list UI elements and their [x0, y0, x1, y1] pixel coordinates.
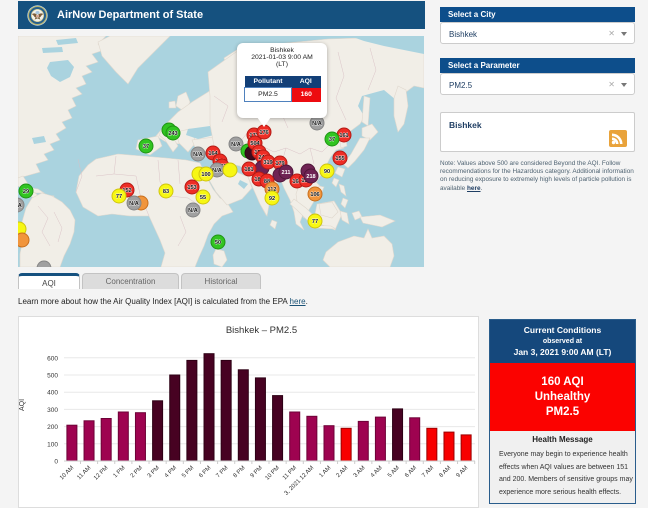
svg-text:N/A: N/A [312, 121, 322, 127]
svg-text:1 AM: 1 AM [318, 465, 332, 479]
svg-text:92: 92 [269, 196, 275, 202]
svg-text:218: 218 [306, 174, 315, 180]
svg-text:200: 200 [47, 424, 58, 431]
svg-text:155: 155 [335, 156, 344, 162]
svg-text:2 PM: 2 PM [130, 465, 144, 479]
svg-text:37: 37 [143, 144, 149, 150]
svg-text:N/A: N/A [129, 201, 139, 207]
svg-text:11 PM: 11 PM [282, 465, 298, 481]
svg-text:2 AM: 2 AM [336, 465, 350, 479]
svg-text:50: 50 [215, 240, 221, 246]
svg-text:500: 500 [47, 373, 58, 380]
svg-text:5 PM: 5 PM [181, 465, 195, 479]
svg-text:100: 100 [47, 441, 58, 448]
svg-text:1 PM: 1 PM [113, 465, 127, 479]
svg-text:11 AM: 11 AM [76, 465, 92, 481]
svg-text:176: 176 [259, 130, 268, 136]
svg-text:6 PM: 6 PM [198, 465, 212, 479]
svg-text:29: 29 [23, 189, 29, 195]
svg-text:7 PM: 7 PM [215, 465, 229, 479]
svg-text:90: 90 [324, 169, 330, 175]
svg-text:400: 400 [47, 390, 58, 397]
svg-text:AQI: AQI [19, 399, 26, 411]
svg-text:83: 83 [163, 189, 169, 195]
svg-text:153: 153 [187, 185, 196, 191]
svg-text:9 AM: 9 AM [456, 465, 470, 479]
svg-text:9 PM: 9 PM [250, 465, 264, 479]
svg-text:0: 0 [54, 459, 58, 466]
svg-text:181: 181 [244, 167, 253, 173]
svg-text:5 AM: 5 AM [387, 465, 401, 479]
svg-text:100: 100 [201, 172, 210, 178]
svg-text:10 PM: 10 PM [265, 465, 282, 482]
svg-text:12 PM: 12 PM [93, 465, 110, 482]
svg-text:N/A: N/A [193, 152, 203, 158]
svg-text:106: 106 [310, 192, 319, 198]
svg-text:N/A: N/A [188, 208, 198, 214]
svg-text:3 PM: 3 PM [147, 465, 161, 479]
svg-text:300: 300 [47, 407, 58, 414]
svg-text:4 PM: 4 PM [164, 465, 178, 479]
svg-text:4 AM: 4 AM [370, 465, 384, 479]
svg-text:7 AM: 7 AM [421, 465, 435, 479]
svg-text:10 AM: 10 AM [59, 465, 75, 481]
svg-text:77: 77 [116, 194, 122, 200]
svg-text:6 AM: 6 AM [404, 465, 418, 479]
svg-text:243: 243 [168, 131, 177, 137]
svg-text:161: 161 [339, 133, 348, 139]
svg-text:319: 319 [263, 160, 272, 166]
svg-text:77: 77 [312, 219, 318, 225]
svg-text:N/A: N/A [231, 142, 241, 148]
svg-text:600: 600 [47, 355, 58, 362]
svg-text:8 AM: 8 AM [438, 465, 452, 479]
svg-text:55: 55 [200, 195, 206, 201]
svg-text:211: 211 [281, 170, 290, 176]
svg-text:N/A: N/A [212, 168, 222, 174]
svg-text:37: 37 [329, 137, 335, 143]
svg-text:8 PM: 8 PM [233, 465, 247, 479]
svg-text:N/A: N/A [18, 203, 22, 209]
svg-text:3 AM: 3 AM [353, 465, 367, 479]
